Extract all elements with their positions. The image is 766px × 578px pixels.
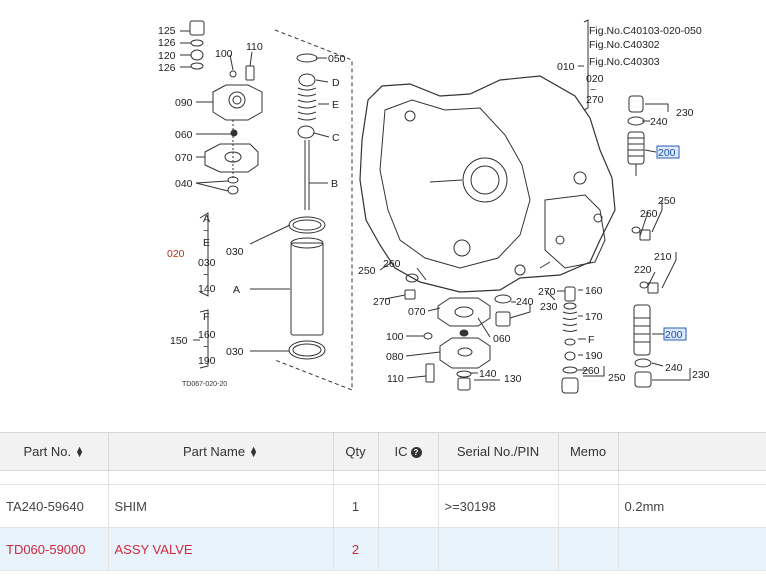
callout-200[interactable]: 200 — [665, 329, 683, 341]
diagram-code: TD067-020-20 — [182, 381, 227, 388]
callout-030[interactable]: 030 — [226, 246, 244, 258]
callout-B[interactable]: B — [331, 178, 338, 190]
callout-260[interactable]: 260 — [383, 258, 401, 270]
help-icon[interactable]: ? — [410, 446, 422, 458]
callout-E[interactable]: E — [332, 99, 339, 111]
serial-cell — [438, 527, 559, 571]
table-row[interactable]: TA240-59640 SHIM 1 >=30198 0.2mm — [0, 484, 766, 528]
callout-F[interactable]: F — [588, 334, 594, 346]
ic-cell — [378, 527, 439, 571]
column-header-memo: Memo — [558, 432, 619, 471]
parts-table: Part No. ▲ ▼ Part Name ▲ ▼ Qty IC? Serial No… — [0, 432, 766, 571]
range-label: 270 — [586, 94, 604, 106]
callout-240[interactable]: 240 — [516, 296, 534, 308]
serial-cell: >=30198 — [438, 484, 559, 528]
callout-240[interactable]: 240 — [650, 116, 668, 128]
callout-060[interactable]: 060 — [493, 333, 511, 345]
callout-130[interactable]: 130 — [504, 373, 522, 385]
callout-110[interactable]: 110 — [246, 41, 263, 53]
part-no-cell[interactable]: TA240-59640 — [0, 484, 109, 528]
callout-020[interactable]: 020 — [167, 248, 185, 260]
ic-cell — [378, 484, 439, 528]
qty-cell: 2 — [333, 527, 379, 571]
callout-260[interactable]: 260 — [582, 365, 600, 377]
callout-270[interactable]: 270 — [538, 286, 556, 298]
callout-120[interactable]: 120 — [158, 50, 176, 62]
table-spacer-row — [0, 470, 766, 485]
column-header-extra — [618, 432, 766, 471]
callout-090[interactable]: 090 — [175, 97, 193, 109]
callout-250[interactable]: 250 — [658, 195, 676, 207]
range-label: 140 — [198, 283, 216, 295]
callout-270[interactable]: 270 — [373, 296, 391, 308]
range-label: ~ — [203, 225, 209, 237]
table-row[interactable]: TD060-59000 ASSY VALVE 2 — [0, 527, 766, 571]
callout-126[interactable]: 126 — [158, 37, 176, 49]
callout-230[interactable]: 230 — [676, 107, 694, 119]
callout-125[interactable]: 125 — [158, 25, 176, 37]
callout-D[interactable]: D — [332, 77, 340, 89]
callout-230[interactable]: 230 — [540, 301, 558, 313]
callout-150[interactable]: 150 — [170, 335, 188, 347]
callout-170[interactable]: 170 — [585, 311, 603, 323]
column-header-part-name[interactable]: Part Name ▲ ▼ — [108, 432, 334, 471]
callout-100[interactable]: 100 — [386, 331, 404, 343]
range-label: ~ — [203, 341, 209, 353]
exploded-view-svg: 125 126 120 126 100 110 090 060 070 040 … — [158, 19, 710, 394]
callout-060[interactable]: 060 — [175, 129, 193, 141]
figure-ref[interactable]: Fig.No.C40103-020-050 — [589, 25, 702, 37]
column-header-part-no[interactable]: Part No. ▲ ▼ — [0, 432, 109, 471]
callout-250[interactable]: 250 — [608, 372, 626, 384]
callout-140[interactable]: 140 — [479, 368, 497, 380]
callout-070[interactable]: 070 — [408, 306, 426, 318]
extra-cell — [618, 527, 766, 571]
range-label: 190 — [198, 355, 216, 367]
callout-110[interactable]: 110 — [387, 373, 404, 385]
extra-cell: 0.2mm — [618, 484, 766, 528]
qty-cell: 1 — [333, 484, 379, 528]
callout-126[interactable]: 126 — [158, 62, 176, 74]
parts-diagram: 125 126 120 126 100 110 090 060 070 040 … — [0, 0, 766, 418]
callout-050[interactable]: 050 — [328, 53, 346, 65]
sort-icon[interactable]: ▲ ▼ — [75, 445, 84, 459]
figure-ref[interactable]: Fig.No.C40303 — [589, 56, 660, 68]
part-name-cell: SHIM — [108, 484, 334, 528]
callout-C[interactable]: C — [332, 132, 340, 144]
figure-ref[interactable]: Fig.No.C40302 — [589, 39, 660, 51]
callout-200[interactable]: 200 — [658, 147, 676, 159]
callout-080[interactable]: 080 — [386, 351, 404, 363]
callout-230[interactable]: 230 — [692, 369, 710, 381]
range-label: 030 — [198, 257, 216, 269]
column-header-ic: IC? — [378, 432, 439, 471]
callout-240[interactable]: 240 — [665, 362, 683, 374]
callout-160[interactable]: 160 — [585, 285, 603, 297]
range-label: 160 — [198, 329, 216, 341]
column-header-serial: Serial No./PIN — [438, 432, 559, 471]
callout-100[interactable]: 100 — [215, 48, 233, 60]
range-label: F — [203, 311, 209, 323]
callout-070[interactable]: 070 — [175, 152, 193, 164]
memo-cell — [558, 484, 619, 528]
range-label: ~ — [203, 269, 209, 281]
callout-210[interactable]: 210 — [654, 251, 672, 263]
callout-220[interactable]: 220 — [634, 264, 652, 276]
part-no-cell[interactable]: TD060-59000 — [0, 527, 109, 571]
memo-cell — [558, 527, 619, 571]
callout-A[interactable]: A — [233, 284, 240, 296]
callout-260[interactable]: 260 — [640, 208, 658, 220]
callout-250[interactable]: 250 — [358, 265, 376, 277]
range-label: E — [203, 237, 210, 249]
callout-190[interactable]: 190 — [585, 350, 603, 362]
callout-040[interactable]: 040 — [175, 178, 193, 190]
column-header-qty: Qty — [333, 432, 379, 471]
table-header-row: Part No. ▲ ▼ Part Name ▲ ▼ Qty IC? Serial No… — [0, 432, 766, 471]
callout-010[interactable]: 010 — [557, 61, 575, 73]
sort-icon[interactable]: ▲ ▼ — [249, 445, 258, 459]
part-name-cell: ASSY VALVE — [108, 527, 334, 571]
callout-030[interactable]: 030 — [226, 346, 244, 358]
range-label: A — [203, 213, 210, 225]
